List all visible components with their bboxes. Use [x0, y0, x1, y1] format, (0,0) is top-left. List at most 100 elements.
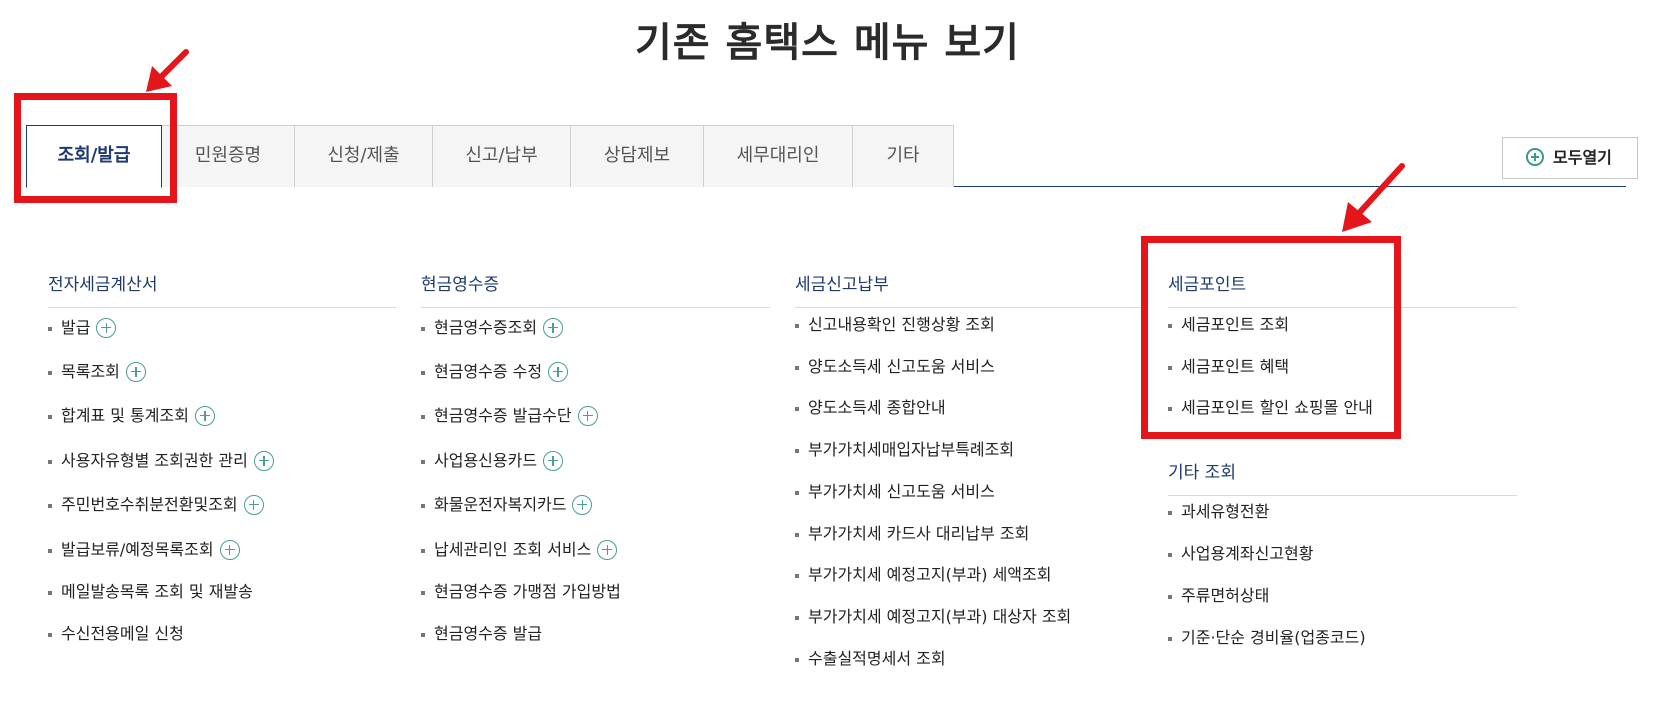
list-item[interactable]: 메일발송목록 조회 및 재발송 [48, 580, 253, 604]
bullet-icon [48, 504, 52, 508]
item-label: 기준·단순 경비율(업종코드) [1181, 628, 1366, 647]
item-label: 양도소득세 신고도움 서비스 [808, 357, 995, 376]
page-title: 기존 홈택스 메뉴 보기 [635, 20, 1020, 66]
bullet-icon [421, 549, 425, 553]
tab-others[interactable]: 기타 [852, 125, 954, 187]
item-label: 수신전용메일 신청 [61, 624, 184, 643]
column-heading: 기타 조회 [1168, 450, 1517, 496]
tab-tax-agent[interactable]: 세무대리인 [703, 125, 853, 187]
plus-circle-icon[interactable] [96, 317, 117, 338]
item-label: 부가가치세 예정고지(부과) 대상자 조회 [808, 607, 1072, 626]
bullet-icon [48, 549, 52, 553]
plus-circle-icon[interactable] [577, 405, 598, 426]
list-item[interactable]: 주민번호수취분전환및조회 [48, 493, 264, 517]
list-item[interactable]: 부가가치세 카드사 대리납부 조회 [795, 522, 1029, 546]
list-item[interactable]: 현금영수증조회 [421, 316, 564, 340]
list-item[interactable]: 합계표 및 통계조회 [48, 404, 215, 428]
highlight-box-tax-points [1141, 236, 1401, 439]
plus-circle-icon[interactable] [572, 494, 593, 515]
plus-circle-icon[interactable] [597, 539, 618, 560]
column-other-inquiries: 기타 조회 과세유형전환 사업용계좌신고현황 주류면허상태 기준·단순 경비율(… [1168, 450, 1517, 647]
bullet-icon [421, 591, 425, 595]
item-label: 합계표 및 통계조회 [61, 406, 189, 425]
column-heading: 전자세금계산서 [48, 262, 396, 308]
list-item[interactable]: 양도소득세 신고도움 서비스 [795, 355, 995, 379]
plus-circle-icon[interactable] [543, 450, 564, 471]
list-item[interactable]: 양도소득세 종합안내 [795, 396, 946, 420]
item-label: 사업용계좌신고현황 [1181, 544, 1314, 563]
item-label: 주류면허상태 [1181, 586, 1270, 605]
list-item[interactable]: 사업용신용카드 [421, 449, 564, 473]
tab-civil-certificates[interactable]: 민원증명 [161, 125, 295, 187]
list-item[interactable]: 부가가치세 예정고지(부과) 세액조회 [795, 563, 1051, 587]
bullet-icon [1168, 553, 1172, 557]
tab-application-submission[interactable]: 신청/제출 [294, 125, 433, 187]
bullet-icon [795, 449, 799, 453]
item-label: 메일발송목록 조회 및 재발송 [61, 582, 253, 601]
list-item[interactable]: 발급보류/예정목록조회 [48, 538, 240, 562]
list-item[interactable]: 수신전용메일 신청 [48, 622, 184, 646]
tab-report-payment[interactable]: 신고/납부 [432, 125, 571, 187]
list-item[interactable]: 발급 [48, 316, 117, 340]
list-item[interactable]: 사업용계좌신고현황 [1168, 542, 1313, 566]
bullet-icon [1168, 595, 1172, 599]
item-label: 부가가치세매입자납부특례조회 [808, 440, 1015, 459]
column-cash-receipt: 현금영수증 현금영수증조회 현금영수증 수정 현금영수증 발급수단 사업용신용카… [421, 262, 770, 643]
list-item[interactable]: 부가가치세 신고도움 서비스 [795, 480, 995, 504]
plus-circle-icon[interactable] [548, 361, 569, 382]
item-label: 사업용신용카드 [434, 451, 538, 470]
column-tax-report-payment: 세금신고납부 신고내용확인 진행상황 조회 양도소득세 신고도움 서비스 양도소… [795, 262, 1143, 668]
item-label: 목록조회 [61, 362, 120, 381]
expand-all-label: 모두열기 [1553, 148, 1612, 167]
plus-circle-icon[interactable] [253, 450, 274, 471]
list-item[interactable]: 부가가치세매입자납부특례조회 [795, 438, 1014, 462]
bullet-icon [48, 633, 52, 637]
item-label: 화물운전자복지카드 [434, 495, 567, 514]
item-label: 현금영수증조회 [434, 318, 538, 337]
list-item[interactable]: 현금영수증 발급 [421, 622, 542, 646]
list-item[interactable]: 현금영수증 발급수단 [421, 404, 598, 428]
arrow-icon [1342, 163, 1405, 232]
bullet-icon [795, 491, 799, 495]
item-label: 부가가치세 예정고지(부과) 세액조회 [808, 565, 1052, 584]
list-item[interactable]: 납세관리인 조회 서비스 [421, 538, 618, 562]
item-label: 양도소득세 종합안내 [808, 398, 946, 417]
bullet-icon [421, 633, 425, 637]
bullet-icon [48, 591, 52, 595]
item-label: 부가가치세 신고도움 서비스 [808, 482, 995, 501]
item-label: 현금영수증 발급 [434, 624, 543, 643]
expand-all-button[interactable]: 모두열기 [1502, 137, 1638, 179]
list-item[interactable]: 신고내용확인 진행상황 조회 [795, 313, 995, 337]
plus-circle-icon[interactable] [543, 317, 564, 338]
bullet-icon [795, 658, 799, 662]
bullet-icon [795, 616, 799, 620]
tab-inquiry-issuance[interactable]: 조회/발급 [26, 125, 162, 188]
item-label: 부가가치세 카드사 대리납부 조회 [808, 524, 1030, 543]
list-item[interactable]: 화물운전자복지카드 [421, 493, 593, 517]
bullet-icon [48, 460, 52, 464]
item-label: 현금영수증 발급수단 [434, 406, 572, 425]
bullet-icon [421, 371, 425, 375]
list-item[interactable]: 부가가치세 예정고지(부과) 대상자 조회 [795, 605, 1071, 629]
list-item[interactable]: 사용자유형별 조회권한 관리 [48, 449, 274, 473]
item-label: 발급 [61, 318, 91, 337]
list-item[interactable]: 현금영수증 수정 [421, 360, 569, 384]
plus-circle-icon[interactable] [243, 494, 264, 515]
bullet-icon [795, 533, 799, 537]
item-label: 신고내용확인 진행상황 조회 [808, 315, 995, 334]
list-item[interactable]: 수출실적명세서 조회 [795, 647, 946, 671]
bullet-icon [421, 415, 425, 419]
item-label: 사용자유형별 조회권한 관리 [61, 451, 248, 470]
tab-consultation-report[interactable]: 상담제보 [570, 125, 704, 187]
list-item[interactable]: 기준·단순 경비율(업종코드) [1168, 626, 1366, 650]
list-item[interactable]: 과세유형전환 [1168, 500, 1269, 524]
plus-circle-icon[interactable] [219, 539, 240, 560]
list-item[interactable]: 주류면허상태 [1168, 584, 1269, 608]
plus-circle-icon[interactable] [125, 361, 146, 382]
list-item[interactable]: 현금영수증 가맹점 가입방법 [421, 580, 621, 604]
bullet-icon [795, 407, 799, 411]
bullet-icon [48, 415, 52, 419]
plus-circle-icon[interactable] [194, 405, 215, 426]
item-label: 납세관리인 조회 서비스 [434, 540, 592, 559]
list-item[interactable]: 목록조회 [48, 360, 146, 384]
